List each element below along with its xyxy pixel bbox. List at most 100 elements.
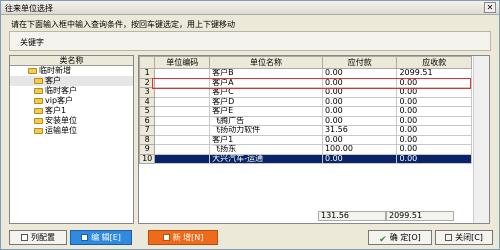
cell-no: 2 <box>138 77 156 88</box>
folder-icon <box>28 68 37 74</box>
tree-item[interactable]: 运输单位 <box>10 126 133 136</box>
table-row[interactable]: 5 客户E 0.00 0.00 <box>138 106 472 117</box>
table-row[interactable]: 6 飞腾广告 0.00 0.00 <box>138 115 472 126</box>
table-row[interactable]: 7 飞扬动力软件 31.56 0.00 <box>138 125 472 136</box>
tree-item-label: 临时客户 <box>45 86 77 95</box>
dialog-window: 往来单位选择 ✕ 请在下面输入框中输入查询条件，按回车键选定，用上下键移动 关键… <box>0 0 500 250</box>
cell-code <box>154 125 211 136</box>
row-number-header <box>138 56 156 69</box>
cell-payable: 0.00 <box>321 87 398 98</box>
cell-payable: 31.56 <box>321 125 398 136</box>
unit-table: 单位编码 单位名称 应付款 应收款 1 客户B 0.00 2099.51 2 客户A 0.0… <box>138 56 472 164</box>
column-header[interactable]: 应收款 <box>396 56 472 69</box>
cell-code <box>154 153 211 164</box>
cell-name: 客户A <box>209 77 323 88</box>
cell-name: 飞扬东 <box>209 144 323 155</box>
tree-item[interactable]: 临时新增 <box>10 66 133 76</box>
folder-icon <box>34 118 43 124</box>
cell-payable: 0.00 <box>321 115 398 126</box>
cell-name: 客户1 <box>209 134 323 145</box>
keyword-panel: 关键字 <box>9 31 491 51</box>
edit-button[interactable]: 编 辑[E] <box>70 230 132 245</box>
tree-item[interactable]: 临时客户 <box>10 86 133 96</box>
folder-icon <box>34 78 43 84</box>
tree-item-label: vip客户 <box>45 96 74 105</box>
tree-item[interactable]: 客户1 <box>10 106 133 116</box>
folder-icon <box>34 108 43 114</box>
add-button[interactable]: 新 增[N] <box>148 230 218 245</box>
cell-name: 飞扬动力软件 <box>209 125 323 136</box>
column-config-icon <box>21 234 28 241</box>
cell-no: 3 <box>138 87 156 98</box>
keyword-input[interactable] <box>54 35 484 47</box>
tree-item-label: 运输单位 <box>45 126 77 135</box>
tree-item-label: 安装单位 <box>45 116 77 125</box>
cell-payable: 100.00 <box>321 144 398 155</box>
cell-no: 10 <box>138 153 156 164</box>
tree-item-label: 客户 <box>45 76 61 85</box>
ok-button[interactable]: ✔ 确 定[O] <box>368 230 432 245</box>
cell-code <box>154 68 211 79</box>
cell-receivable: 0.00 <box>396 96 472 107</box>
cell-no: 8 <box>138 134 156 145</box>
title-bar: 往来单位选择 ✕ <box>1 1 499 15</box>
cell-name: 客户C <box>209 87 323 98</box>
cell-receivable: 0.00 <box>396 87 472 98</box>
table-row[interactable]: 2 客户A 0.00 0.00 <box>138 77 472 88</box>
cell-name: 大兴汽车-运通 <box>209 153 323 164</box>
table-row[interactable]: 8 客户1 0.00 0.00 <box>138 134 472 145</box>
column-header[interactable]: 单位名称 <box>209 56 323 69</box>
totals-row: 131.56 2099.51 <box>139 211 472 221</box>
cell-receivable: 0.00 <box>396 115 472 126</box>
tree-item[interactable]: 客户 <box>10 76 133 86</box>
category-tree: 类名称 临时新增 客户 临时客户 vip客户 客户1 安装单位 运输单位 <box>9 55 134 224</box>
cell-code <box>154 87 211 98</box>
cell-receivable: 0.00 <box>396 153 472 164</box>
cell-name: 飞腾广告 <box>209 115 323 126</box>
cell-receivable: 0.00 <box>396 106 472 117</box>
cell-no: 7 <box>138 125 156 136</box>
cell-payable: 0.00 <box>321 77 398 88</box>
hint-text: 请在下面输入框中输入查询条件，按回车键选定，用上下键移动 <box>11 20 235 29</box>
check-icon: ✔ <box>379 235 387 245</box>
tree-item[interactable]: vip客户 <box>10 96 133 106</box>
total-payable: 131.56 <box>318 211 386 221</box>
cell-code <box>154 144 211 155</box>
cell-code <box>154 134 211 145</box>
cell-name: 客户D <box>209 96 323 107</box>
column-header[interactable]: 单位编码 <box>154 56 211 69</box>
cell-payable: 0.00 <box>321 96 398 107</box>
vertical-scrollbar[interactable] <box>473 56 489 223</box>
cell-code <box>154 96 211 107</box>
total-receivable: 2099.51 <box>386 211 454 221</box>
cell-payable: 0.00 <box>321 134 398 145</box>
unit-grid: 单位编码 单位名称 应付款 应收款 1 客户B 0.00 2099.51 2 客户A 0.0… <box>138 55 490 224</box>
cell-no: 6 <box>138 115 156 126</box>
cell-no: 1 <box>138 68 156 79</box>
cell-code <box>154 115 211 126</box>
cell-no: 9 <box>138 144 156 155</box>
tree-item[interactable]: 安装单位 <box>10 116 133 126</box>
tree-item-label: 客户1 <box>45 106 67 115</box>
cell-receivable: 2099.51 <box>396 68 472 79</box>
folder-icon <box>34 88 43 94</box>
table-row[interactable]: 4 客户D 0.00 0.00 <box>138 96 472 107</box>
cell-payable: 0.00 <box>321 153 398 164</box>
table-row[interactable]: 1 客户B 0.00 2099.51 <box>138 68 472 79</box>
cell-code <box>154 106 211 117</box>
window-title: 往来单位选择 <box>5 4 53 13</box>
close-icon <box>445 234 453 241</box>
table-row[interactable]: 9 飞扬东 100.00 0.00 <box>138 144 472 155</box>
folder-icon <box>34 98 43 104</box>
close-icon[interactable]: ✕ <box>484 2 496 13</box>
keyword-label: 关键字 <box>20 38 44 47</box>
column-header[interactable]: 应付款 <box>321 56 398 69</box>
cell-receivable: 0.00 <box>396 77 472 88</box>
close-button[interactable]: 关闭[C] <box>435 230 493 245</box>
cell-receivable: 0.00 <box>396 125 472 136</box>
table-row[interactable]: 3 客户C 0.00 0.00 <box>138 87 472 98</box>
column-config-button[interactable]: 列配置 <box>9 230 67 245</box>
table-row[interactable]: 10 大兴汽车-运通 0.00 0.00 <box>138 153 472 164</box>
cell-code <box>154 77 211 88</box>
cell-payable: 0.00 <box>321 106 398 117</box>
